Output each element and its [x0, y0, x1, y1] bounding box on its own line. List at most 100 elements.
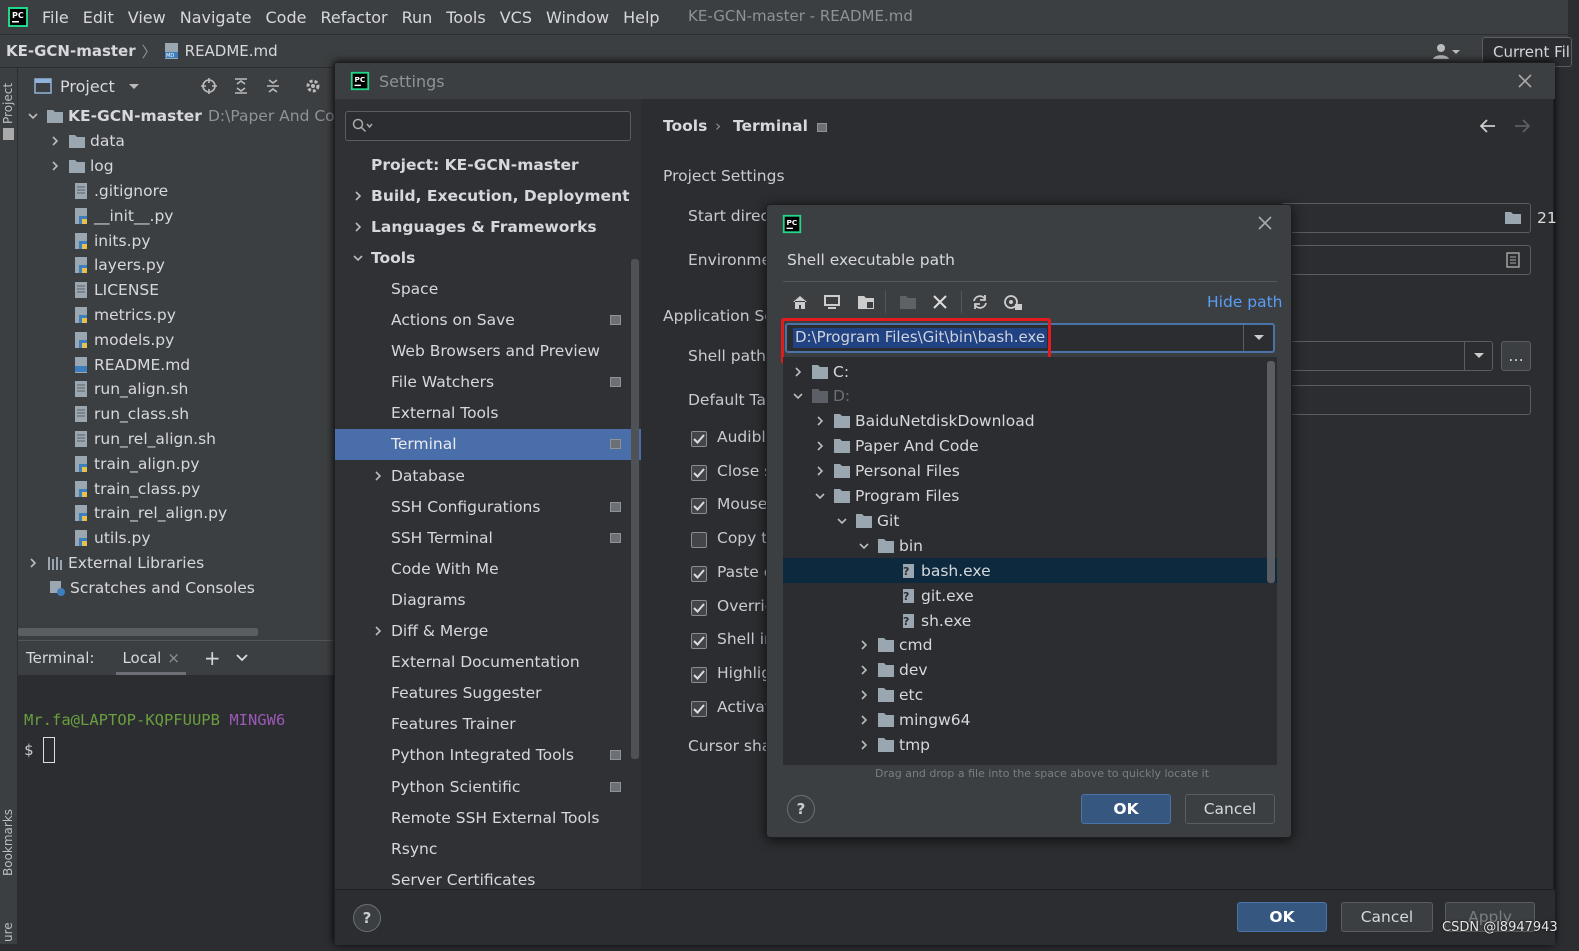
menu-edit[interactable]: Edit [83, 8, 114, 27]
tree-file-row[interactable]: models.py [72, 328, 174, 352]
settings-nav-item[interactable]: Space [335, 273, 641, 304]
home-icon[interactable] [791, 293, 809, 311]
breadcrumb-file[interactable]: README.md [185, 42, 278, 60]
setting-checkbox[interactable] [691, 700, 707, 717]
menu-navigate[interactable]: Navigate [180, 8, 252, 27]
file-tree-folder-row[interactable]: Program Files [783, 484, 1277, 509]
default-tab-input[interactable] [1281, 385, 1531, 415]
tree-file-row[interactable]: README.md [72, 353, 190, 377]
settings-nav-item[interactable]: Build, Execution, Deployment [335, 180, 641, 211]
chevron-down-icon[interactable] [127, 79, 141, 93]
chevron-down-icon[interactable] [351, 251, 365, 265]
file-tree-folder-row[interactable]: dev [783, 658, 1277, 683]
tree-file-row[interactable]: run_align.sh [72, 377, 188, 401]
tree-file-row[interactable]: run_class.sh [72, 402, 189, 426]
shell-path-combobox[interactable] [1281, 341, 1493, 371]
file-tree-scrollbar[interactable] [1267, 361, 1275, 583]
new-folder-icon[interactable] [899, 293, 917, 311]
cancel-button[interactable]: Cancel [1185, 794, 1275, 824]
file-tree-folder-row[interactable]: mingw64 [783, 708, 1277, 733]
chevron-down-icon[interactable] [857, 539, 871, 553]
chevron-right-icon[interactable] [857, 688, 871, 702]
refresh-icon[interactable] [971, 293, 989, 311]
chevron-right-icon[interactable] [351, 220, 365, 234]
expand-all-icon[interactable] [232, 77, 250, 95]
file-tree-folder-row[interactable]: Personal Files [783, 459, 1277, 484]
settings-nav-item[interactable]: Python Scientific [335, 771, 641, 802]
file-tree-folder-row[interactable]: BaiduNetdiskDownload [783, 409, 1277, 434]
bookmarks-tool-tab[interactable]: Bookmarks [1, 809, 15, 876]
gear-icon[interactable] [304, 77, 322, 95]
chevron-down-icon[interactable] [791, 389, 805, 403]
close-icon[interactable] [1257, 215, 1273, 231]
help-button[interactable]: ? [787, 795, 815, 823]
setting-checkbox[interactable] [691, 599, 707, 616]
close-icon[interactable] [1517, 73, 1533, 89]
browse-button[interactable]: … [1501, 341, 1531, 371]
settings-nav-item[interactable]: Rsync [335, 833, 641, 864]
breadcrumb-tools[interactable]: Tools [663, 117, 707, 135]
menu-refactor[interactable]: Refactor [320, 8, 387, 27]
file-tree-file-row[interactable]: ? sh.exe [783, 608, 1277, 633]
file-tree-folder-row[interactable]: Paper And Code [783, 434, 1277, 459]
setting-checkbox[interactable] [691, 464, 707, 481]
menu-code[interactable]: Code [266, 8, 307, 27]
start-directory-input[interactable] [1281, 203, 1531, 233]
file-tree-file-row[interactable]: ? git.exe [783, 583, 1277, 608]
menu-vcs[interactable]: VCS [500, 8, 532, 27]
chevron-right-icon[interactable] [857, 638, 871, 652]
chevron-down-icon[interactable] [835, 514, 849, 528]
file-tree-folder-row[interactable]: C: [783, 359, 1277, 384]
settings-nav-item[interactable]: File Watchers [335, 367, 641, 398]
tree-file-row[interactable]: run_rel_align.sh [72, 427, 216, 451]
file-tree-folder-row[interactable]: D: [783, 384, 1277, 409]
show-hidden-icon[interactable] [1003, 293, 1023, 311]
chevron-right-icon[interactable] [857, 738, 871, 752]
structure-tool-tab[interactable]: ure [1, 922, 15, 942]
project-tool-tab[interactable]: Project [1, 83, 15, 124]
tree-file-row[interactable]: layers.py [72, 253, 165, 277]
chevron-down-icon[interactable] [235, 651, 249, 665]
chevron-right-icon[interactable] [26, 556, 40, 570]
tree-file-row[interactable]: utils.py [72, 526, 151, 550]
project-horizontal-scrollbar[interactable] [18, 628, 258, 636]
settings-nav-item[interactable]: Database [335, 460, 641, 491]
settings-nav-item[interactable]: Languages & Frameworks [335, 211, 641, 242]
environment-variables-input[interactable] [1281, 245, 1531, 275]
file-tree-folder-row[interactable]: Git [783, 508, 1277, 533]
hide-path-link[interactable]: Hide path [1207, 293, 1283, 311]
settings-nav-scrollbar[interactable] [631, 259, 639, 759]
settings-nav-item[interactable]: SSH Terminal [335, 522, 641, 553]
breadcrumb-project[interactable]: KE-GCN-master [6, 42, 136, 60]
setting-checkbox[interactable] [691, 633, 707, 650]
chevron-right-icon[interactable] [371, 624, 385, 638]
folder-icon[interactable] [1504, 211, 1522, 225]
tree-file-row[interactable]: LICENSE [72, 278, 159, 302]
chevron-right-icon[interactable] [48, 159, 62, 173]
project-folder-icon[interactable] [857, 293, 875, 311]
tree-external-libraries[interactable]: External Libraries [26, 551, 204, 575]
settings-nav-item[interactable]: Diff & Merge [335, 616, 641, 647]
settings-nav-item[interactable]: External Tools [335, 398, 641, 429]
close-icon[interactable]: × [167, 649, 180, 667]
menu-file[interactable]: File [42, 8, 69, 27]
chevron-right-icon[interactable] [813, 414, 827, 428]
settings-search-input[interactable] [345, 111, 631, 141]
chevron-right-icon[interactable] [351, 189, 365, 203]
setting-checkbox[interactable] [691, 498, 707, 515]
file-tree-folder-row[interactable]: cmd [783, 633, 1277, 658]
collapse-all-icon[interactable] [264, 77, 282, 95]
settings-nav-item[interactable]: Terminal [335, 428, 641, 460]
ok-button[interactable]: OK [1237, 902, 1327, 932]
tree-scratches[interactable]: Scratches and Consoles [48, 576, 255, 600]
back-arrow-icon[interactable] [1479, 117, 1497, 135]
menu-view[interactable]: View [128, 8, 166, 27]
setting-checkbox[interactable] [691, 565, 707, 582]
tree-file-row[interactable]: __init__.py [72, 204, 173, 228]
chevron-right-icon[interactable] [371, 469, 385, 483]
settings-nav-item[interactable]: Features Suggester [335, 678, 641, 709]
chevron-right-icon[interactable] [48, 134, 62, 148]
chevron-right-icon[interactable] [813, 464, 827, 478]
settings-nav-item[interactable]: Remote SSH External Tools [335, 802, 641, 833]
shell-path-dropdown[interactable] [1464, 342, 1492, 370]
